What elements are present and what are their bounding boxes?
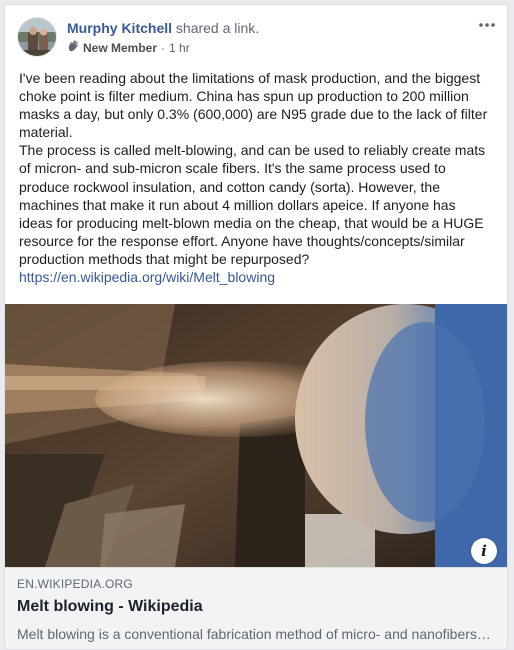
avatar-photo (18, 18, 56, 56)
post-paragraph-1: I've been reading about the limitations … (19, 70, 488, 141)
post-timestamp[interactable]: 1 hr (169, 40, 190, 56)
post-body: I've been reading about the limitations … (19, 69, 491, 286)
link-preview-footer[interactable]: EN.WIKIPEDIA.ORG Melt blowing - Wikipedi… (5, 567, 507, 649)
meta-separator: · (161, 40, 166, 55)
link-preview-image[interactable]: i (5, 304, 507, 567)
author-name[interactable]: Murphy Kitchell (67, 20, 172, 36)
shared-action-text: shared a (175, 20, 231, 36)
link-preview[interactable]: i EN.WIKIPEDIA.ORG Melt blowing - Wikipe… (5, 304, 507, 649)
melt-blowing-photo (5, 304, 507, 567)
link-title[interactable]: Melt blowing - Wikipedia (17, 597, 495, 617)
post-header: Murphy Kitchell shared a link. New Membe… (5, 5, 507, 67)
member-badge: New Member (83, 40, 158, 55)
post-meta: New Member · 1 hr (67, 39, 190, 56)
author-avatar[interactable] (17, 17, 57, 57)
post-paragraph-2: The process is called melt-blowing, and … (19, 142, 486, 267)
info-icon[interactable]: i (471, 538, 497, 564)
link-description: Melt blowing is a conventional fabricati… (17, 626, 493, 642)
post-card: Murphy Kitchell shared a link. New Membe… (4, 4, 508, 650)
new-member-wave-icon (67, 39, 80, 56)
shared-link-text[interactable]: link. (234, 20, 259, 36)
more-options-button[interactable] (475, 15, 499, 35)
link-domain: EN.WIKIPEDIA.ORG (17, 577, 133, 591)
post-url-link[interactable]: https://en.wikipedia.org/wiki/Melt_blowi… (19, 269, 275, 285)
more-horizontal-icon (479, 23, 495, 27)
author-line: Murphy Kitchell shared a link. (67, 19, 259, 37)
